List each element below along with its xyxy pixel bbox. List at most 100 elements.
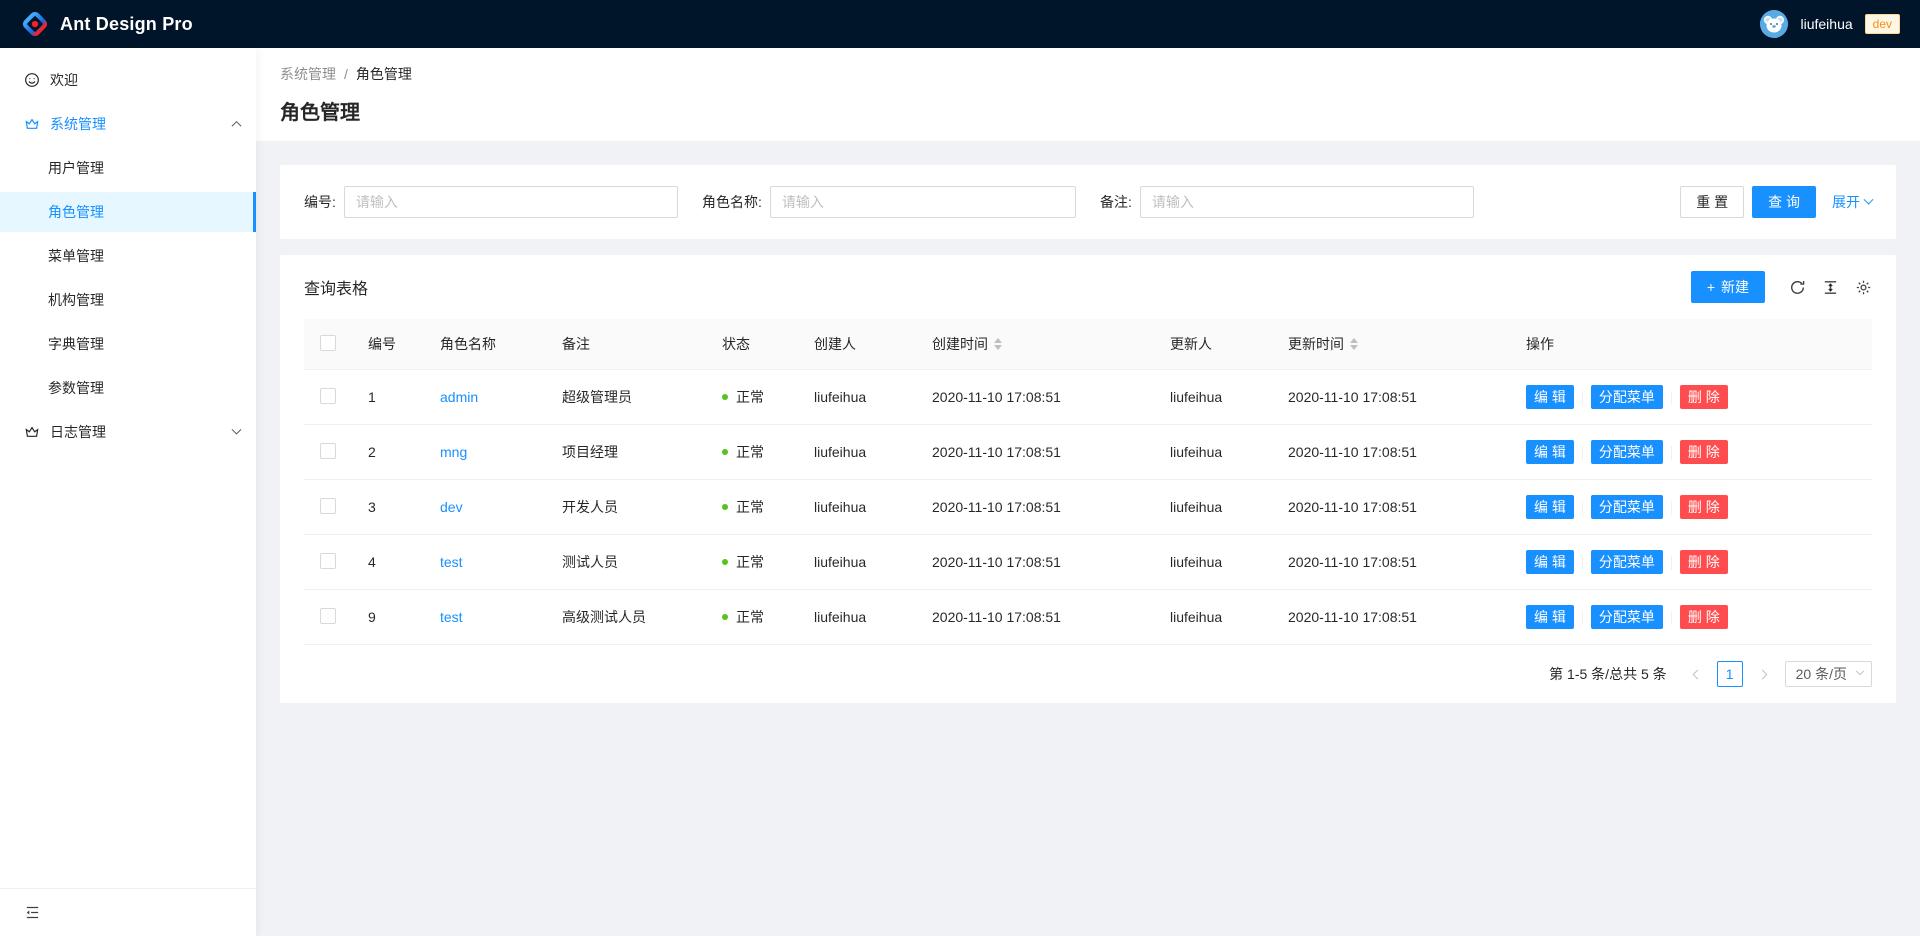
assign-menu-button[interactable]: 分配菜单 bbox=[1591, 495, 1663, 519]
setting-icon[interactable] bbox=[1855, 279, 1872, 296]
sidebar-submenu-system[interactable]: 系统管理 bbox=[0, 104, 256, 144]
status-label: 正常 bbox=[736, 552, 764, 572]
crown-icon bbox=[24, 424, 40, 440]
cell-actions: 编 辑分配菜单删 除 bbox=[1518, 425, 1872, 480]
role-name-link[interactable]: test bbox=[440, 609, 463, 625]
reload-icon[interactable] bbox=[1789, 279, 1806, 296]
sidebar-item-role-mgmt[interactable]: 角色管理 bbox=[0, 192, 256, 232]
cell-updater: liufeihua bbox=[1162, 370, 1280, 425]
sidebar-item-param-mgmt[interactable]: 参数管理 bbox=[0, 368, 256, 408]
assign-menu-button[interactable]: 分配菜单 bbox=[1591, 385, 1663, 409]
expand-toggle[interactable]: 展开 bbox=[1832, 192, 1872, 212]
cell-creator: liufeihua bbox=[806, 590, 924, 645]
table-body: 1admin超级管理员正常liufeihua2020-11-10 17:08:5… bbox=[304, 370, 1872, 645]
role-name-input[interactable] bbox=[770, 186, 1076, 218]
column-header-update-time: 更新时间 bbox=[1280, 319, 1518, 370]
delete-button[interactable]: 删 除 bbox=[1680, 550, 1728, 574]
row-checkbox[interactable] bbox=[320, 608, 336, 624]
role-name-link[interactable]: dev bbox=[440, 499, 463, 515]
sort-update-time[interactable]: 更新时间 bbox=[1288, 334, 1358, 354]
assign-menu-button[interactable]: 分配菜单 bbox=[1591, 605, 1663, 629]
page-title: 角色管理 bbox=[280, 96, 1896, 125]
sidebar-item-welcome[interactable]: 欢迎 bbox=[0, 60, 256, 100]
chevron-down-icon bbox=[232, 424, 242, 434]
edit-button[interactable]: 编 辑 bbox=[1526, 605, 1574, 629]
edit-button[interactable]: 编 辑 bbox=[1526, 550, 1574, 574]
sort-create-time[interactable]: 创建时间 bbox=[932, 334, 1002, 354]
env-tag[interactable]: dev bbox=[1865, 14, 1900, 34]
select-all-checkbox[interactable] bbox=[320, 335, 336, 351]
assign-menu-button[interactable]: 分配菜单 bbox=[1591, 440, 1663, 464]
edit-button[interactable]: 编 辑 bbox=[1526, 440, 1574, 464]
column-header-actions: 操作 bbox=[1518, 319, 1872, 370]
reset-button[interactable]: 重 置 bbox=[1680, 186, 1744, 218]
id-input[interactable] bbox=[344, 186, 678, 218]
page-size-select[interactable]: 20 条/页 bbox=[1785, 661, 1872, 687]
edit-button[interactable]: 编 辑 bbox=[1526, 495, 1574, 519]
cell-status: 正常 bbox=[714, 370, 806, 425]
cell-actions: 编 辑分配菜单删 除 bbox=[1518, 535, 1872, 590]
row-checkbox[interactable] bbox=[320, 443, 336, 459]
cell-status: 正常 bbox=[714, 590, 806, 645]
row-checkbox[interactable] bbox=[320, 498, 336, 514]
search-field-remark: 备注: bbox=[1100, 186, 1474, 218]
cell-updater: liufeihua bbox=[1162, 425, 1280, 480]
chevron-up-icon bbox=[232, 120, 242, 130]
cell-creator: liufeihua bbox=[806, 370, 924, 425]
plus-icon: + bbox=[1707, 280, 1715, 294]
action-divider bbox=[1582, 391, 1583, 405]
action-divider bbox=[1582, 611, 1583, 625]
pagination-prev-button[interactable] bbox=[1683, 661, 1709, 687]
sidebar: 欢迎 系统管理 用户管理 角色管理 菜单管理 机构管 bbox=[0, 48, 256, 936]
remark-input[interactable] bbox=[1140, 186, 1474, 218]
cell-updater: liufeihua bbox=[1162, 480, 1280, 535]
assign-menu-button[interactable]: 分配菜单 bbox=[1591, 550, 1663, 574]
sidebar-item-org-mgmt[interactable]: 机构管理 bbox=[0, 280, 256, 320]
pagination-next-button[interactable] bbox=[1751, 661, 1777, 687]
field-label: 编号: bbox=[304, 192, 336, 212]
sidebar-submenu-logs[interactable]: 日志管理 bbox=[0, 412, 256, 452]
status-dot bbox=[722, 394, 728, 400]
sidebar-item-menu-mgmt[interactable]: 菜单管理 bbox=[0, 236, 256, 276]
row-checkbox[interactable] bbox=[320, 553, 336, 569]
new-button[interactable]: + 新建 bbox=[1691, 271, 1765, 303]
sidebar-item-dict-mgmt[interactable]: 字典管理 bbox=[0, 324, 256, 364]
sidebar-menu: 欢迎 系统管理 用户管理 角色管理 菜单管理 机构管 bbox=[0, 48, 256, 888]
delete-button[interactable]: 删 除 bbox=[1680, 385, 1728, 409]
edit-button[interactable]: 编 辑 bbox=[1526, 385, 1574, 409]
cell-status: 正常 bbox=[714, 535, 806, 590]
role-name-link[interactable]: admin bbox=[440, 389, 478, 405]
breadcrumb-parent[interactable]: 系统管理 bbox=[280, 64, 336, 84]
cell-role-name: test bbox=[432, 590, 554, 645]
crown-icon bbox=[24, 116, 40, 132]
delete-button[interactable]: 删 除 bbox=[1680, 495, 1728, 519]
cell-remark: 测试人员 bbox=[554, 535, 714, 590]
cell-status: 正常 bbox=[714, 480, 806, 535]
avatar[interactable] bbox=[1760, 10, 1788, 38]
cell-id: 1 bbox=[360, 370, 432, 425]
breadcrumb: 系统管理 / 角色管理 bbox=[280, 64, 1896, 84]
pagination: 第 1-5 条/总共 5 条 1 20 条/页 bbox=[280, 645, 1896, 687]
page-header: 系统管理 / 角色管理 角色管理 bbox=[256, 48, 1920, 141]
role-name-link[interactable]: mng bbox=[440, 444, 467, 460]
delete-button[interactable]: 删 除 bbox=[1680, 605, 1728, 629]
search-field-id: 编号: bbox=[304, 186, 678, 218]
username[interactable]: liufeihua bbox=[1800, 16, 1852, 32]
status-badge: 正常 bbox=[722, 387, 764, 407]
cell-update-time: 2020-11-10 17:08:51 bbox=[1280, 370, 1518, 425]
query-button[interactable]: 查 询 bbox=[1752, 186, 1816, 218]
action-divider bbox=[1671, 501, 1672, 515]
action-divider bbox=[1582, 446, 1583, 460]
sidebar-item-user-mgmt[interactable]: 用户管理 bbox=[0, 148, 256, 188]
sidebar-item-label: 机构管理 bbox=[48, 290, 104, 310]
app-logo[interactable]: Ant Design Pro bbox=[20, 9, 193, 39]
cell-id: 9 bbox=[360, 590, 432, 645]
sidebar-collapse-trigger[interactable] bbox=[0, 888, 256, 936]
delete-button[interactable]: 删 除 bbox=[1680, 440, 1728, 464]
role-name-link[interactable]: test bbox=[440, 554, 463, 570]
row-checkbox-cell bbox=[304, 480, 360, 535]
column-height-icon[interactable] bbox=[1822, 279, 1839, 296]
sorter-icon bbox=[1350, 338, 1358, 350]
pagination-page-1[interactable]: 1 bbox=[1717, 661, 1743, 687]
row-checkbox[interactable] bbox=[320, 388, 336, 404]
